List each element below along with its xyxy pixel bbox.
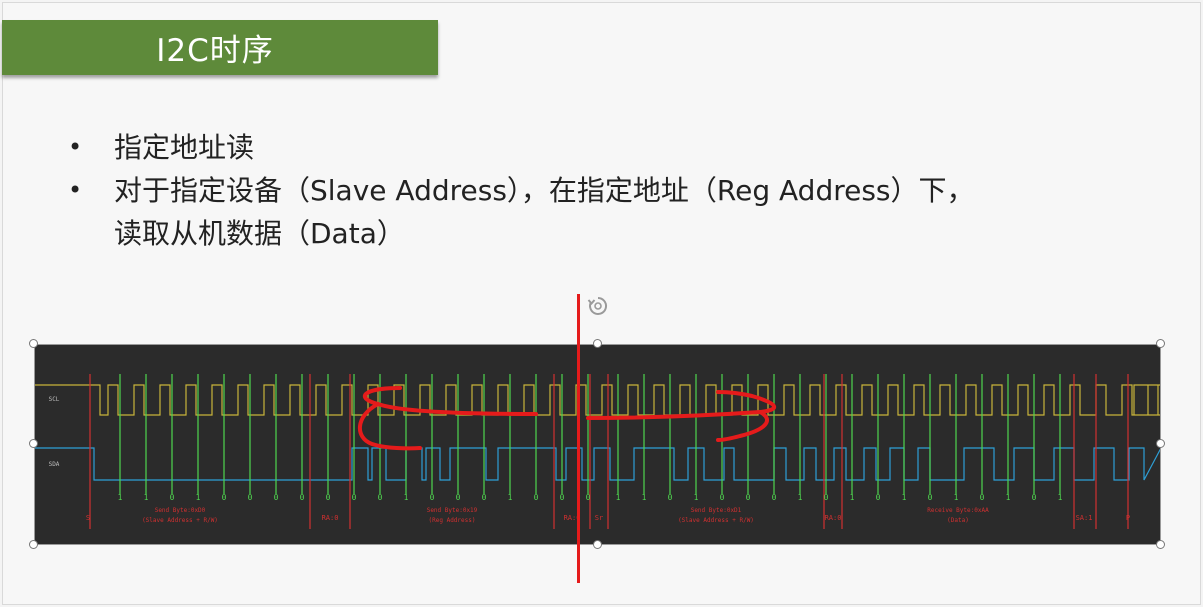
annotation-overlay [357, 386, 776, 451]
right-arrow-annotation [586, 390, 776, 442]
left-arrow-annotation [357, 386, 538, 451]
